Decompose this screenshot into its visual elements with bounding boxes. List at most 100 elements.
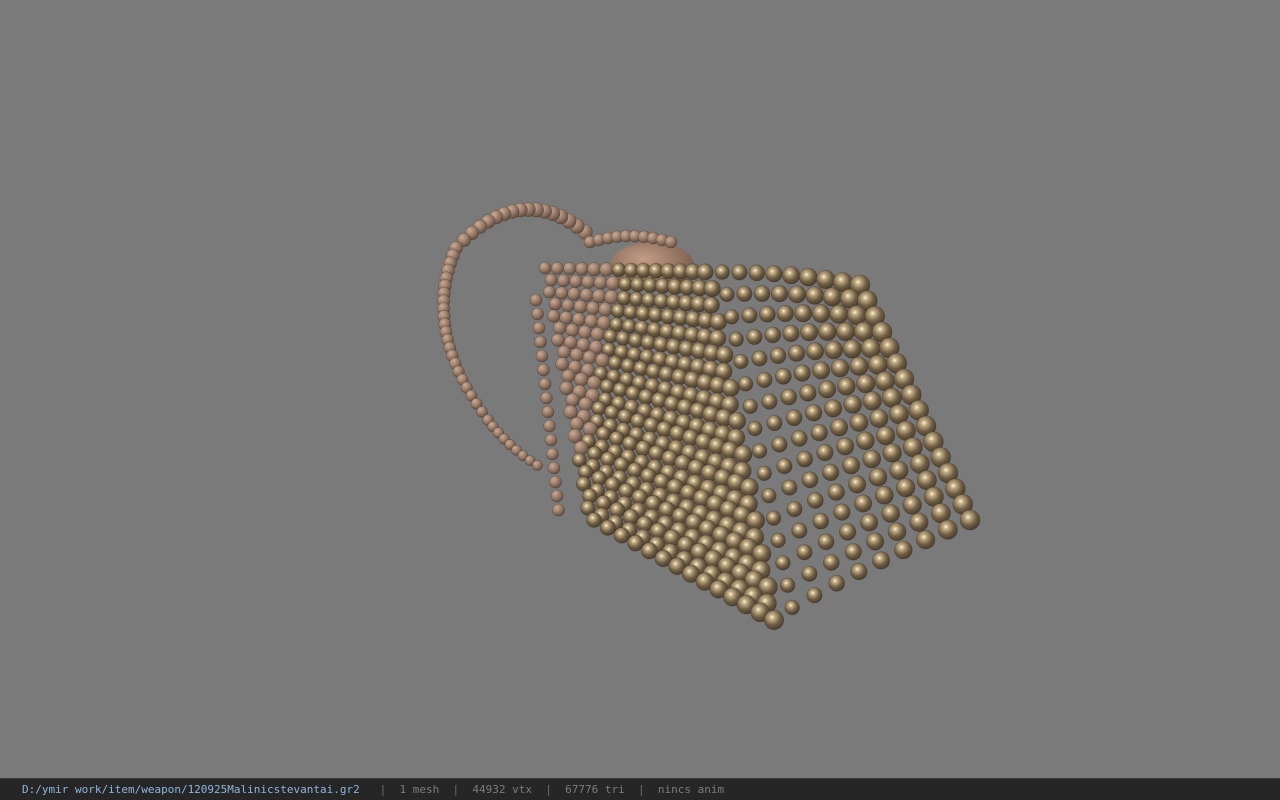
bead	[806, 587, 823, 604]
bead	[959, 509, 981, 531]
bead	[829, 304, 849, 324]
bead	[844, 543, 862, 561]
bead	[549, 475, 562, 489]
bead	[751, 443, 768, 459]
bead	[715, 345, 734, 364]
bead	[593, 275, 608, 290]
animation-status: nincs anim	[657, 783, 725, 796]
bead	[902, 495, 922, 515]
bead	[565, 323, 580, 337]
bead	[544, 273, 558, 287]
bead	[830, 358, 850, 378]
bead	[561, 298, 575, 313]
bead	[872, 551, 891, 570]
bead	[874, 485, 894, 505]
bead	[538, 377, 552, 391]
bead	[781, 479, 798, 496]
bead	[599, 378, 615, 394]
3d-viewport[interactable]	[0, 0, 1280, 778]
bead	[613, 527, 630, 544]
bead	[875, 426, 896, 446]
bead	[893, 540, 913, 560]
bead	[742, 398, 758, 414]
bead	[817, 533, 835, 551]
bead	[604, 289, 619, 305]
bead	[771, 436, 788, 453]
bead	[817, 322, 837, 342]
bead	[937, 519, 958, 540]
bead	[800, 323, 819, 342]
bead	[719, 286, 735, 303]
bead	[582, 421, 598, 437]
bead	[836, 437, 855, 456]
bead	[812, 512, 830, 530]
bead	[804, 404, 823, 422]
bead	[862, 449, 882, 469]
mesh-count: 1 mesh	[399, 783, 440, 796]
bead	[842, 456, 861, 475]
bead	[855, 431, 875, 451]
bead	[617, 408, 633, 425]
bead	[746, 328, 763, 345]
bead	[532, 321, 546, 335]
bead	[770, 285, 789, 303]
bead	[770, 532, 786, 549]
bead	[548, 297, 562, 311]
bead	[889, 460, 909, 480]
bead	[586, 375, 602, 391]
bead	[611, 262, 627, 278]
bead	[664, 235, 678, 249]
bead	[810, 424, 828, 442]
bead	[603, 328, 618, 344]
bead	[849, 356, 869, 376]
bead	[774, 367, 792, 385]
bead	[599, 519, 616, 536]
bead	[567, 287, 582, 301]
bead	[552, 503, 565, 517]
bead	[764, 326, 782, 344]
bead	[824, 340, 844, 360]
bead	[756, 465, 772, 481]
bead	[595, 352, 610, 368]
bead	[627, 534, 644, 552]
bead	[544, 433, 558, 447]
bead	[608, 430, 625, 447]
bead	[822, 287, 842, 307]
bead	[569, 347, 584, 362]
bead	[537, 363, 550, 377]
bead	[727, 412, 747, 431]
bead	[733, 444, 753, 464]
bead	[788, 285, 807, 304]
bead	[822, 554, 840, 571]
bead	[848, 475, 867, 494]
bead	[534, 335, 547, 349]
bead	[721, 378, 740, 397]
bead	[811, 304, 831, 323]
bead	[612, 382, 628, 398]
bead	[748, 264, 766, 282]
bead	[798, 267, 818, 287]
bead	[615, 330, 631, 346]
bead	[723, 309, 740, 325]
bead	[575, 262, 589, 276]
bead	[598, 302, 613, 317]
bead	[556, 274, 570, 288]
bead	[782, 266, 801, 285]
bead	[866, 532, 885, 551]
bead	[761, 393, 778, 410]
bead	[546, 309, 561, 323]
bead	[587, 262, 602, 277]
bead	[835, 322, 856, 342]
bead	[758, 305, 776, 323]
bead	[714, 264, 730, 280]
bead	[540, 391, 553, 405]
bead	[559, 380, 574, 395]
bead	[563, 404, 578, 420]
bead	[529, 293, 543, 307]
bead	[824, 399, 843, 418]
bead	[815, 269, 836, 290]
bead	[753, 285, 771, 302]
bead	[550, 489, 564, 503]
bead	[836, 376, 856, 396]
bead	[590, 327, 605, 342]
